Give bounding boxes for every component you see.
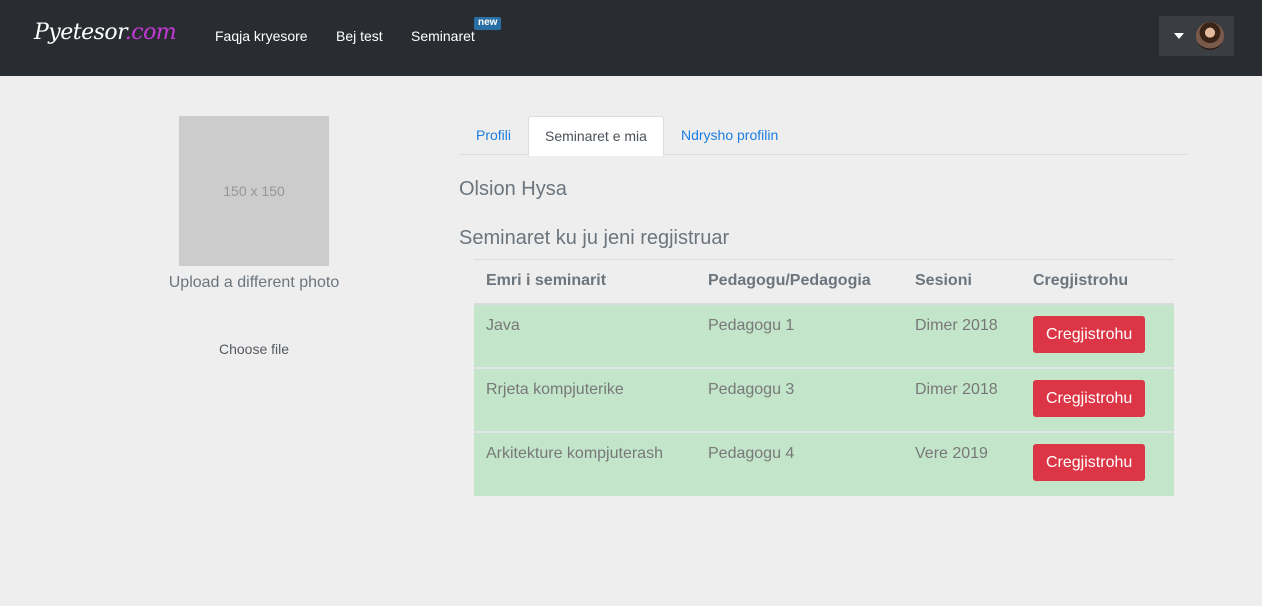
seminar-name-cell: Java [474,302,696,368]
table-row: Java Pedagogu 1 Dimer 2018 Cregjistrohu [474,302,1174,368]
user-menu-dropdown[interactable] [1159,16,1234,56]
top-navbar: Pyetesor.com Faqja kryesore Bej test Sem… [0,0,1262,76]
nav-link-seminars[interactable]: Seminaret [411,28,475,44]
action-cell: Cregjistrohu [1021,302,1174,368]
caret-down-icon [1174,33,1184,39]
user-name-heading: Olsion Hysa [459,178,567,200]
nav-link-home[interactable]: Faqja kryesore [215,28,308,44]
seminars-table: Emri i seminarit Pedagogu/Pedagogia Sesi… [474,259,1174,496]
unregister-button[interactable]: Cregjistrohu [1033,379,1146,417]
tab-edit-profile[interactable]: Ndrysho profilin [665,116,794,155]
action-cell: Cregjistrohu [1021,430,1174,496]
table-row: Rrjeta kompjuterike Pedagogu 3 Dimer 201… [474,366,1174,432]
tab-profile[interactable]: Profili [460,116,527,155]
column-header-unregister: Cregjistrohu [1021,259,1174,305]
new-badge: new [474,17,502,30]
brand-suffix: .com [124,20,177,45]
column-header-session: Sesioni [903,259,1021,305]
teacher-cell: Pedagogu 4 [696,430,903,496]
seminar-name-cell: Rrjeta kompjuterike [474,366,696,432]
brand-logo[interactable]: Pyetesor.com [34,20,177,45]
profile-tabs: Profili Seminaret e mia Ndrysho profilin [459,116,1188,156]
choose-file-button[interactable]: Choose file [200,341,308,357]
column-header-seminar-name: Emri i seminarit [474,259,696,305]
unregister-button[interactable]: Cregjistrohu [1033,443,1146,481]
profile-photo-placeholder: 150 x 150 [179,116,329,266]
upload-photo-label: Upload a different photo [168,274,340,291]
action-cell: Cregjistrohu [1021,366,1174,432]
teacher-cell: Pedagogu 1 [696,302,903,368]
unregister-button[interactable]: Cregjistrohu [1033,315,1146,353]
seminar-name-cell: Arkitekture kompjuterash [474,430,696,496]
column-header-teacher: Pedagogu/Pedagogia [696,259,903,305]
tab-my-seminars[interactable]: Seminaret e mia [528,116,664,156]
brand-name: Pyetesor [34,20,125,45]
avatar [1196,22,1224,50]
session-cell: Dimer 2018 [903,302,1021,368]
session-cell: Dimer 2018 [903,366,1021,432]
table-row: Arkitekture kompjuterash Pedagogu 4 Vere… [474,430,1174,496]
nav-link-take-test[interactable]: Bej test [336,28,383,44]
teacher-cell: Pedagogu 3 [696,366,903,432]
table-header-row: Emri i seminarit Pedagogu/Pedagogia Sesi… [474,259,1174,305]
session-cell: Vere 2019 [903,430,1021,496]
section-title: Seminaret ku ju jeni regjistruar [459,227,730,249]
